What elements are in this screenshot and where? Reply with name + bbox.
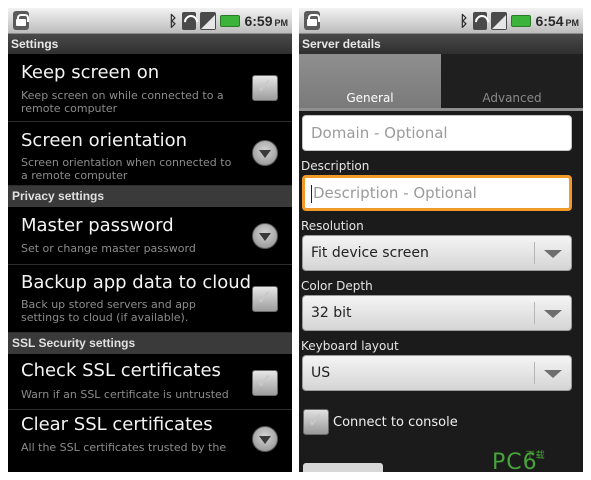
checkbox-icon[interactable] (252, 285, 278, 312)
keyboard-layout-select[interactable]: US (302, 355, 572, 391)
setting-clear-ssl[interactable]: Clear SSL certificates All the SSL certi… (8, 410, 292, 458)
setting-subtitle: Back up stored servers and app settings … (21, 298, 196, 324)
chevron-down-icon (544, 310, 562, 318)
chevron-down-icon (544, 370, 562, 378)
setting-title: Master password (21, 215, 174, 236)
tab-general[interactable]: General (299, 54, 441, 108)
battery-icon (220, 15, 241, 27)
select-divider (534, 302, 535, 324)
wifi-icon (182, 12, 197, 30)
setting-title: Keep screen on (21, 62, 160, 83)
setting-title: Check SSL certificates (21, 360, 221, 381)
partial-button[interactable] (303, 463, 383, 472)
status-icons: ᛒ 6:54 PM (458, 8, 579, 34)
setting-subtitle: Warn if an SSL certificate is untrusted (21, 388, 229, 401)
select-divider (534, 242, 535, 264)
bluetooth-icon: ᛒ (459, 12, 469, 30)
dropdown-circle-icon[interactable] (252, 426, 278, 452)
color-depth-select[interactable]: 32 bit (302, 295, 572, 331)
server-form: Domain - Optional Description Descriptio… (299, 111, 583, 472)
checkbox-icon[interactable] (252, 74, 278, 101)
tab-advanced[interactable]: Advanced (441, 54, 583, 108)
text-caret (311, 184, 312, 203)
settings-screen: ᛒ 6:59 PM Settings Keep screen on Keep sc… (8, 8, 292, 472)
signal-icon (200, 12, 217, 30)
domain-input[interactable]: Domain - Optional (302, 115, 572, 151)
setting-screen-orientation[interactable]: Screen orientation Screen orientation wh… (8, 122, 292, 186)
dropdown-circle-icon[interactable] (252, 223, 278, 249)
checkbox-icon[interactable] (252, 369, 278, 396)
section-header-ssl: SSL Security settings (8, 333, 292, 354)
setting-subtitle: Keep screen on while connected to a remo… (21, 89, 224, 115)
watermark-logo: PC6 下载 (492, 450, 546, 475)
status-time: 6:59 PM (244, 13, 288, 29)
select-divider (534, 362, 535, 384)
setting-title: Clear SSL certificates (21, 414, 213, 435)
status-time: 6:54 PM (535, 13, 579, 29)
lock-notification-icon (13, 11, 29, 30)
status-bar: ᛒ 6:54 PM (299, 8, 583, 34)
setting-backup-cloud[interactable]: Backup app data to cloud Back up stored … (8, 265, 292, 333)
setting-subtitle: Set or change master password (21, 242, 196, 255)
setting-check-ssl[interactable]: Check SSL certificates Warn if an SSL ce… (8, 354, 292, 410)
bluetooth-icon: ᛒ (168, 12, 178, 30)
battery-icon (511, 15, 532, 27)
chevron-down-icon (544, 250, 562, 258)
resolution-select[interactable]: Fit device screen (302, 235, 572, 271)
status-bar: ᛒ 6:59 PM (8, 8, 292, 34)
description-label: Description (301, 159, 370, 173)
description-input[interactable]: Description - Optional (302, 175, 572, 211)
lock-notification-icon (304, 11, 320, 30)
connect-console-option[interactable]: Connect to console (303, 408, 458, 435)
server-details-screen: ᛒ 6:54 PM Server details General Advanced… (299, 8, 583, 472)
setting-subtitle: All the SSL certificates trusted by the (21, 441, 227, 454)
signal-icon (491, 12, 508, 30)
setting-master-password[interactable]: Master password Set or change master pas… (8, 207, 292, 265)
wifi-icon (473, 12, 488, 30)
screen-title: Server details (299, 34, 583, 54)
section-header-privacy: Privacy settings (8, 186, 292, 207)
setting-title: Backup app data to cloud (21, 272, 252, 293)
keyboard-layout-label: Keyboard layout (301, 339, 399, 353)
status-icons: ᛒ 6:59 PM (167, 8, 288, 34)
setting-title: Screen orientation (21, 130, 188, 151)
setting-subtitle: Screen orientation when connected to a r… (21, 156, 232, 182)
connect-console-label: Connect to console (333, 414, 458, 430)
resolution-label: Resolution (301, 219, 364, 233)
dropdown-circle-icon[interactable] (252, 140, 278, 166)
setting-keep-screen-on[interactable]: Keep screen on Keep screen on while conn… (8, 54, 292, 122)
screen-title: Settings (8, 34, 292, 54)
tab-bar: General Advanced (299, 54, 583, 108)
checkbox-icon[interactable] (303, 408, 329, 435)
color-depth-label: Color Depth (301, 279, 373, 293)
